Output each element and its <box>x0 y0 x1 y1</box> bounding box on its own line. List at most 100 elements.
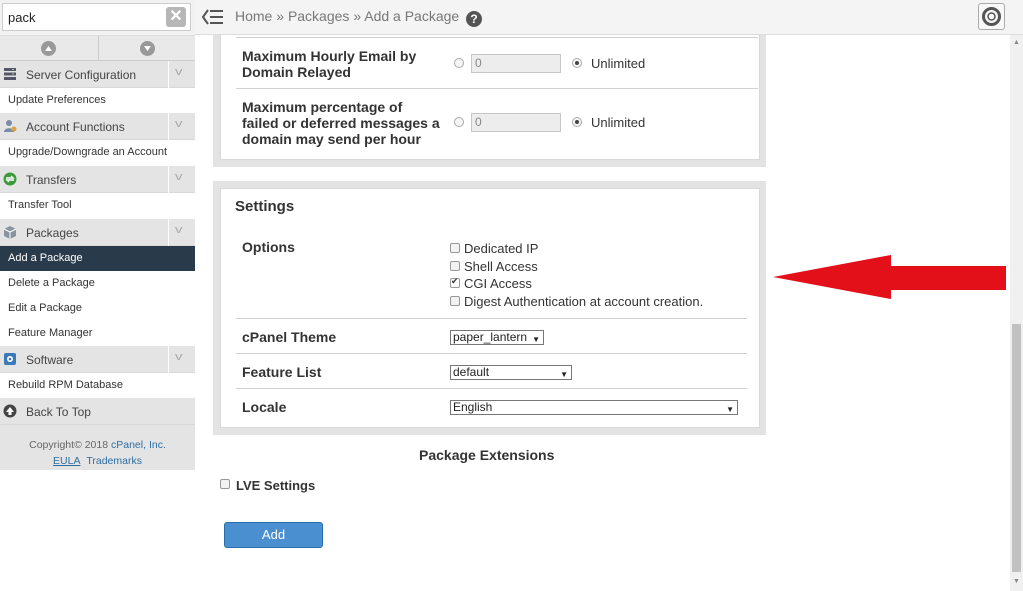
cpanel-theme-select[interactable]: paper_lantern ▼ <box>450 330 544 345</box>
collapse-up-icon <box>41 41 56 56</box>
row-divider <box>236 88 758 89</box>
search-bar: ✕ <box>0 0 195 36</box>
collapse-all-button[interactable] <box>0 36 97 61</box>
collapse-expand-bar <box>0 36 195 61</box>
sidebar-category-account-functions[interactable]: Account Functions v <box>0 113 195 140</box>
breadcrumb-separator: » <box>276 8 285 24</box>
hourly-email-input[interactable]: 0 <box>471 54 561 73</box>
hourly-email-unlimited-label: Unlimited <box>591 56 646 71</box>
eula-link[interactable]: EULA <box>53 455 80 467</box>
cgi-access-label: CGI Access <box>464 276 532 291</box>
transfers-icon <box>3 172 17 186</box>
failed-messages-label: Maximum percentage of failed or deferred… <box>242 99 440 147</box>
breadcrumb-separator: » <box>353 8 362 24</box>
sidebar-item-upgrade-downgrade[interactable]: Upgrade/Downgrade an Account <box>0 140 195 165</box>
hourly-email-custom-radio[interactable] <box>454 58 464 68</box>
dedicated-ip-checkbox[interactable] <box>450 243 460 253</box>
failed-messages-input[interactable]: 0 <box>471 113 561 132</box>
expand-down-icon <box>140 41 155 56</box>
chevron-down-icon[interactable]: v <box>168 166 195 193</box>
software-icon <box>3 352 17 366</box>
locale-select[interactable]: English ▼ <box>450 400 738 415</box>
scroll-down-icon[interactable]: ▼ <box>1013 578 1020 585</box>
lve-settings-checkbox[interactable] <box>220 479 230 489</box>
sidebar-item-delete-package[interactable]: Delete a Package <box>0 271 195 296</box>
dedicated-ip-label: Dedicated IP <box>464 241 539 256</box>
chevron-down-icon[interactable]: v <box>168 219 195 246</box>
row-divider <box>236 388 747 389</box>
sidebar-back-to-top[interactable]: Back To Top <box>0 398 195 425</box>
settings-title: Settings <box>235 198 295 215</box>
shell-access-checkbox[interactable] <box>450 261 460 271</box>
options-label: Options <box>242 239 295 255</box>
packages-icon <box>3 225 17 239</box>
dropdown-arrow-icon: ▼ <box>560 370 568 379</box>
failed-messages-unlimited-radio[interactable] <box>572 117 582 127</box>
sidebar-item-edit-package[interactable]: Edit a Package <box>0 296 195 321</box>
feature-list-label: Feature List <box>242 364 322 380</box>
sidebar-category-label: Server Configuration <box>26 68 137 82</box>
sidebar-item-update-preferences[interactable]: Update Preferences <box>0 88 195 113</box>
failed-messages-unlimited-label: Unlimited <box>591 115 646 130</box>
failed-messages-custom-radio[interactable] <box>454 117 464 127</box>
hourly-email-label: Maximum Hourly Email by Domain Relayed <box>242 48 417 80</box>
dropdown-arrow-icon: ▼ <box>726 405 734 414</box>
chevron-down-icon[interactable]: v <box>168 113 195 140</box>
help-icon[interactable]: ? <box>466 11 483 27</box>
digest-auth-checkbox[interactable] <box>450 296 460 306</box>
menu-toggle-icon[interactable] <box>201 8 224 29</box>
company-link[interactable]: cPanel, Inc. <box>111 439 166 451</box>
breadcrumb-packages[interactable]: Packages <box>288 8 349 24</box>
dropdown-arrow-icon: ▼ <box>532 335 540 344</box>
sidebar-category-label: Transfers <box>26 173 77 187</box>
top-bar: Home » Packages » Add a Package ? <box>195 0 1023 35</box>
sidebar-item-add-package[interactable]: Add a Package <box>0 246 195 271</box>
server-icon <box>3 67 17 81</box>
cpanel-theme-label: cPanel Theme <box>242 329 337 345</box>
vertical-scrollbar[interactable]: ▲ ▼ <box>1010 35 1023 591</box>
copyright-footer: Copyright© 2018 cPanel, Inc. EULA Tradem… <box>0 425 195 470</box>
feature-list-select[interactable]: default ▼ <box>450 365 572 380</box>
search-input[interactable] <box>2 3 191 31</box>
expand-all-button[interactable] <box>98 36 195 61</box>
breadcrumb-current: Add a Package <box>364 8 460 24</box>
shell-access-label: Shell Access <box>464 259 538 274</box>
package-extensions-title: Package Extensions <box>419 447 555 463</box>
breadcrumb: Home » Packages » Add a Package ? <box>235 8 483 27</box>
support-lifebuoy-icon[interactable] <box>978 3 1005 30</box>
sidebar-category-label: Packages <box>26 226 79 240</box>
copyright-text: Copyright© 2018 <box>29 439 109 451</box>
sidebar-category-transfers[interactable]: Transfers v <box>0 166 195 193</box>
row-divider <box>236 353 747 354</box>
locale-label: Locale <box>242 399 287 415</box>
sidebar-item-transfer-tool[interactable]: Transfer Tool <box>0 193 195 218</box>
sidebar-category-label: Account Functions <box>26 120 125 134</box>
settings-panel: Settings Options Dedicated IP Shell Acce… <box>220 188 760 428</box>
sidebar: ✕ Server Configuration v Update Preferen… <box>0 0 195 591</box>
scrollbar-thumb[interactable] <box>1012 324 1021 572</box>
annotation-arrow-icon <box>773 255 1006 299</box>
lve-settings-label: LVE Settings <box>236 478 316 493</box>
main-content: Maximum Hourly Email by Domain Relayed 0… <box>195 35 1010 591</box>
limits-panel: Maximum Hourly Email by Domain Relayed 0… <box>220 35 760 160</box>
chevron-down-icon[interactable]: v <box>168 346 195 373</box>
clear-search-icon[interactable]: ✕ <box>166 7 186 27</box>
account-icon <box>3 119 17 133</box>
sidebar-category-server-configuration[interactable]: Server Configuration v <box>0 61 195 88</box>
digest-auth-label: Digest Authentication at account creatio… <box>464 294 704 309</box>
trademarks-link[interactable]: Trademarks <box>86 455 142 467</box>
chevron-down-icon[interactable]: v <box>168 61 195 88</box>
sidebar-category-label: Back To Top <box>26 405 91 419</box>
sidebar-category-software[interactable]: Software v <box>0 346 195 373</box>
breadcrumb-home[interactable]: Home <box>235 8 272 24</box>
back-to-top-icon <box>3 404 17 418</box>
row-divider <box>236 37 758 38</box>
scroll-up-icon[interactable]: ▲ <box>1013 39 1020 46</box>
hourly-email-unlimited-radio[interactable] <box>572 58 582 68</box>
sidebar-category-packages[interactable]: Packages v <box>0 219 195 246</box>
cgi-access-checkbox[interactable] <box>450 276 460 288</box>
add-button[interactable]: Add <box>224 522 323 548</box>
sidebar-item-rebuild-rpm[interactable]: Rebuild RPM Database <box>0 373 195 398</box>
sidebar-item-feature-manager[interactable]: Feature Manager <box>0 321 195 346</box>
sidebar-category-label: Software <box>26 353 74 367</box>
